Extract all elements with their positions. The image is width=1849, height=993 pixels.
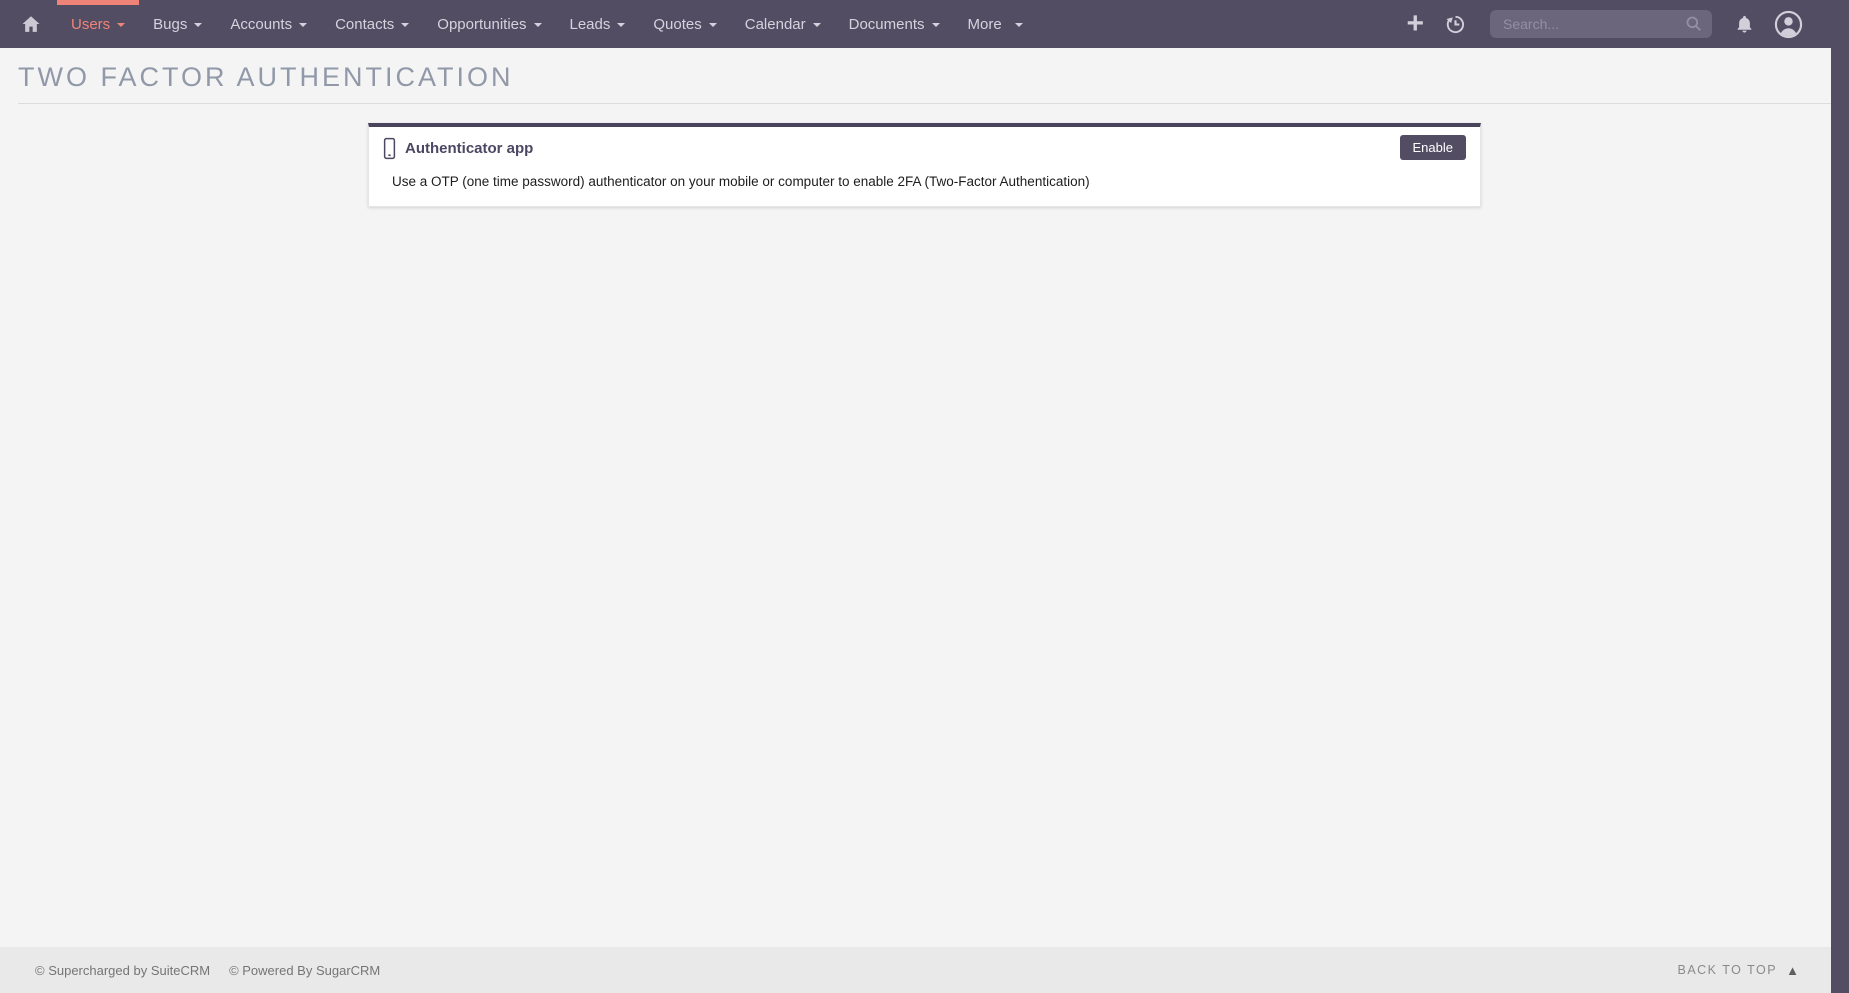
nav-home[interactable]: [6, 0, 57, 48]
main-content: TWO FACTOR AUTHENTICATION Authenticator …: [0, 58, 1849, 207]
nav-item-opportunities[interactable]: Opportunities: [423, 0, 555, 48]
main-menu: Users Bugs Accounts Contacts Opportuniti…: [0, 0, 1037, 48]
caret-down-icon: [709, 23, 717, 27]
page-title: TWO FACTOR AUTHENTICATION: [18, 58, 1849, 96]
nav-item-label: Bugs: [153, 16, 187, 33]
card-description: Use a OTP (one time password) authentica…: [392, 174, 1465, 189]
nav-item-users[interactable]: Users: [57, 0, 139, 48]
enable-2fa-button[interactable]: Enable: [1400, 135, 1466, 160]
title-divider: [18, 103, 1831, 104]
nav-item-label: Contacts: [335, 16, 394, 33]
card-heading: Authenticator app: [405, 140, 533, 157]
nav-item-accounts[interactable]: Accounts: [216, 0, 321, 48]
back-to-top-label: BACK TO TOP: [1677, 963, 1777, 977]
caret-down-icon: [932, 23, 940, 27]
caret-down-icon: [117, 23, 125, 27]
nav-item-more[interactable]: More: [954, 0, 1037, 48]
nav-item-documents[interactable]: Documents: [835, 0, 954, 48]
caret-down-icon: [401, 23, 409, 27]
smartphone-icon: [382, 137, 397, 160]
page-footer: © Supercharged by SuiteCRM © Powered By …: [0, 947, 1849, 993]
navbar-actions: +: [1396, 0, 1813, 48]
user-avatar-icon: [1774, 10, 1803, 39]
sugarcrm-credit: © Powered By SugarCRM: [229, 963, 380, 978]
nav-item-leads[interactable]: Leads: [556, 0, 640, 48]
nav-item-label: Calendar: [745, 16, 806, 33]
plus-icon: +: [1406, 9, 1424, 39]
nav-item-label: Opportunities: [437, 16, 526, 33]
caret-down-icon: [1015, 23, 1023, 27]
nav-item-calendar[interactable]: Calendar: [731, 0, 835, 48]
user-menu-button[interactable]: [1764, 10, 1813, 39]
nav-item-label: More: [968, 16, 1002, 33]
bell-icon: [1735, 15, 1754, 34]
recently-viewed-button[interactable]: [1434, 13, 1477, 36]
caret-down-icon: [813, 23, 821, 27]
caret-down-icon: [617, 23, 625, 27]
nav-item-label: Leads: [570, 16, 611, 33]
nav-item-label: Users: [71, 16, 110, 33]
nav-item-bugs[interactable]: Bugs: [139, 0, 216, 48]
nav-item-label: Quotes: [653, 16, 701, 33]
caret-down-icon: [534, 23, 542, 27]
suitecrm-credit: © Supercharged by SuiteCRM: [35, 963, 210, 978]
nav-item-label: Accounts: [230, 16, 292, 33]
authenticator-app-card: Authenticator app Use a OTP (one time pa…: [368, 123, 1481, 207]
caret-down-icon: [194, 23, 202, 27]
top-navbar: Users Bugs Accounts Contacts Opportuniti…: [0, 0, 1849, 48]
card-header: Authenticator app: [382, 137, 1465, 160]
notifications-button[interactable]: [1725, 15, 1764, 34]
footer-credits: © Supercharged by SuiteCRM © Powered By …: [35, 963, 380, 978]
search-input[interactable]: [1490, 10, 1712, 38]
caret-down-icon: [299, 23, 307, 27]
nav-item-contacts[interactable]: Contacts: [321, 0, 423, 48]
global-search: [1490, 10, 1712, 38]
search-icon[interactable]: [1684, 14, 1704, 34]
home-icon: [21, 14, 41, 34]
scrollbar[interactable]: [1831, 0, 1849, 993]
nav-item-quotes[interactable]: Quotes: [639, 0, 730, 48]
back-to-top-button[interactable]: BACK TO TOP ▲: [1677, 963, 1799, 978]
nav-item-label: Documents: [849, 16, 925, 33]
triangle-up-icon: ▲: [1786, 963, 1799, 978]
clock-history-icon: [1444, 13, 1467, 36]
quick-create-button[interactable]: +: [1396, 9, 1434, 39]
